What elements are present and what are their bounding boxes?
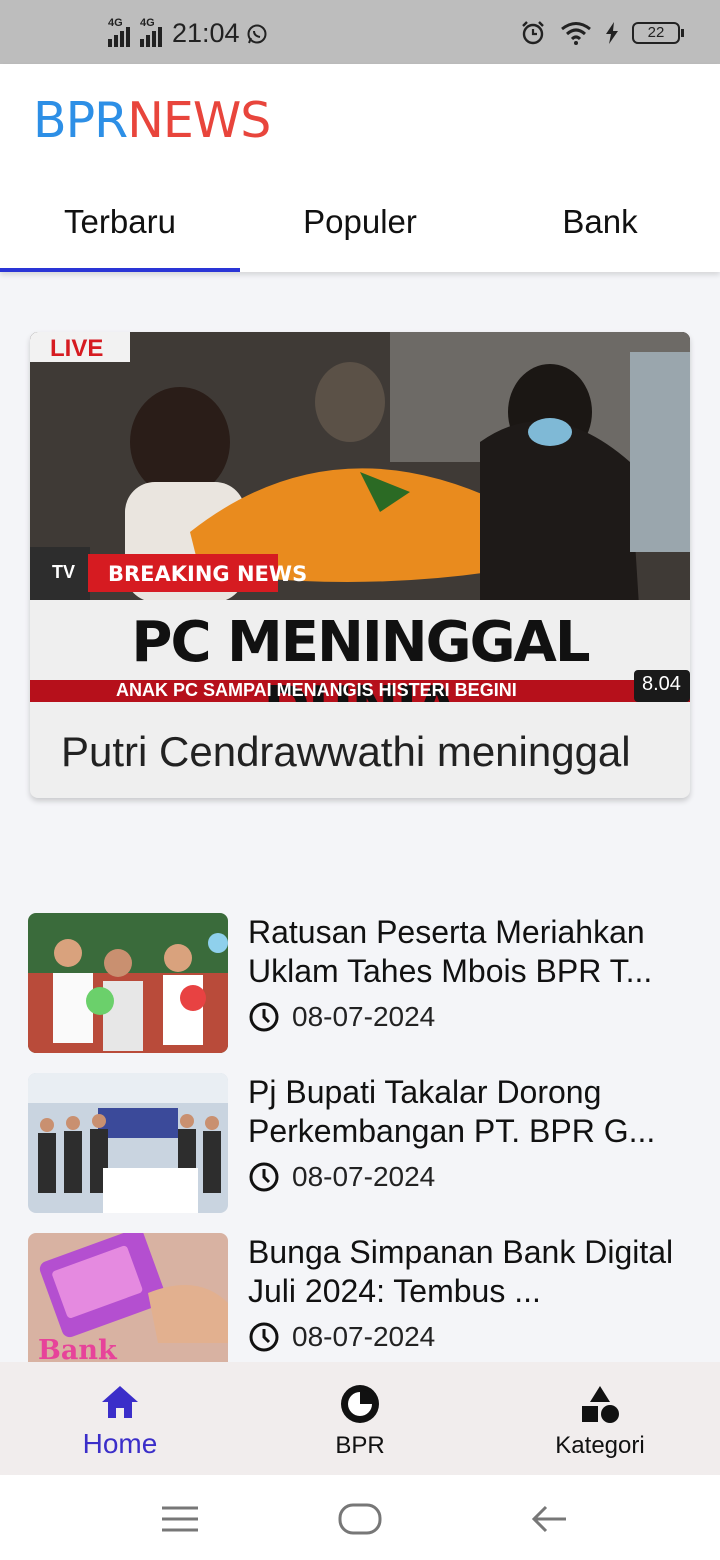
nav-home[interactable]: Home: [0, 1362, 240, 1475]
battery-indicator: 22: [632, 22, 684, 44]
bottom-navigation: Home BPR Kategori: [0, 1362, 720, 1475]
clock-icon: [249, 1162, 279, 1192]
status-right: 22: [520, 20, 684, 46]
live-badge: LIVE: [50, 335, 104, 362]
app-logo: BPRNEWS: [33, 92, 271, 149]
back-icon[interactable]: [530, 1503, 570, 1535]
tab-bar: Terbaru Populer Bank: [0, 184, 720, 272]
clock-icon: [249, 1002, 279, 1032]
wifi-icon: [561, 22, 591, 45]
news-date: 08-07-2024: [248, 1001, 435, 1033]
signal-icon-2: 4G: [140, 17, 162, 47]
news-thumbnail: [28, 913, 228, 1053]
clock: 21:04: [172, 18, 240, 48]
featured-news-image: LIVE TV BREAKING NEWS PC MENINGGAL DUNIA…: [30, 332, 690, 702]
clock-icon: [249, 1322, 279, 1352]
featured-news-card[interactable]: LIVE TV BREAKING NEWS PC MENINGGAL DUNIA…: [30, 332, 690, 798]
news-list-item[interactable]: Ratusan Peserta Meriahkan Uklam Tahes Mb…: [28, 913, 692, 1053]
signal-icon: 4G: [108, 17, 130, 47]
tv-label: TV: [52, 562, 76, 582]
news-thumbnail: [28, 1073, 228, 1213]
news-thumbnail: Bank Digital: [28, 1233, 228, 1362]
nav-bpr[interactable]: BPR: [240, 1362, 480, 1475]
pie-chart-icon: [341, 1385, 379, 1423]
news-date-text: 08-07-2024: [292, 1321, 436, 1352]
logo-part-1: BPR: [33, 92, 128, 149]
featured-subline: ANAK PC SAMPAI MENANGIS HISTERI BEGINI: [116, 680, 517, 700]
status-bar: 4G 4G 21:04 22: [0, 0, 720, 64]
news-thumbnail-art: [28, 913, 228, 1053]
whatsapp-icon: [247, 24, 267, 43]
status-left: 4G 4G 21:04: [108, 17, 268, 49]
alarm-icon: [522, 21, 544, 45]
nav-bpr-label: BPR: [335, 1432, 385, 1459]
news-list-item[interactable]: Pj Bupati Takalar Dorong Perkembangan PT…: [28, 1073, 692, 1213]
featured-news-title: Putri Cendrawwathi meninggal: [61, 728, 631, 775]
news-thumbnail-art: [28, 1073, 228, 1213]
system-navigation-bar: [0, 1475, 720, 1560]
news-list-item[interactable]: Bank Digital Bunga Simpanan Bank Digital…: [28, 1233, 692, 1362]
shapes-icon: [582, 1386, 619, 1423]
news-title: Pj Bupati Takalar Dorong Perkembangan PT…: [248, 1074, 656, 1149]
tab-populer[interactable]: Populer: [240, 184, 480, 272]
tab-terbaru[interactable]: Terbaru: [0, 184, 240, 272]
nav-kategori[interactable]: Kategori: [480, 1362, 720, 1475]
nav-home-label: Home: [82, 1428, 158, 1459]
news-date: 08-07-2024: [248, 1161, 435, 1193]
breaking-news-badge: BREAKING NEWS: [108, 562, 308, 586]
charging-icon: [606, 22, 618, 44]
news-title: Bunga Simpanan Bank Digital Juli 2024: T…: [248, 1234, 674, 1309]
menu-icon[interactable]: [160, 1504, 200, 1534]
logo-part-2: NEWS: [127, 92, 271, 149]
featured-time-badge: 8.04: [642, 673, 681, 695]
news-date-text: 08-07-2024: [292, 1161, 436, 1192]
tab-bank[interactable]: Bank: [480, 184, 720, 272]
news-date: 08-07-2024: [248, 1321, 435, 1353]
thumbnail-caption: Bank Digital: [38, 1335, 117, 1362]
home-button-icon[interactable]: [338, 1503, 382, 1535]
news-title: Ratusan Peserta Meriahkan Uklam Tahes Mb…: [248, 914, 653, 989]
nav-kategori-label: Kategori: [555, 1432, 645, 1459]
home-icon: [102, 1386, 138, 1418]
news-date-text: 08-07-2024: [292, 1001, 436, 1032]
app-bar: BPRNEWS Terbaru Populer Bank: [0, 64, 720, 272]
